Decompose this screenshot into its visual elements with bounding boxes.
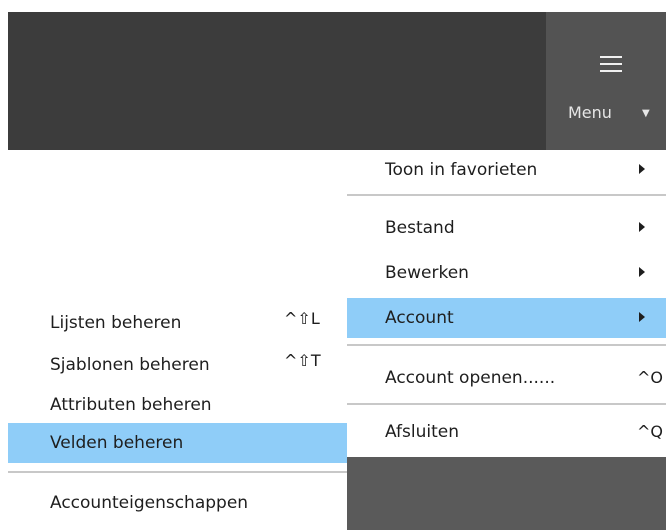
menu-item-account[interactable]: Account bbox=[347, 298, 666, 338]
menu-item-shortcut: ^O bbox=[637, 368, 663, 387]
submenu-arrow-icon bbox=[639, 267, 645, 277]
menu-item-shortcut: ^Q bbox=[637, 422, 663, 441]
submenu-item-sjablonen-beheren[interactable]: Sjablonen beheren ^⇧T bbox=[8, 345, 347, 385]
menu-backdrop bbox=[347, 457, 666, 530]
submenu-item-shortcut: ^⇧L bbox=[284, 309, 320, 328]
menu-separator bbox=[347, 344, 666, 346]
menu-item-label: Account openen...... bbox=[385, 368, 556, 388]
menu-item-account-openen[interactable]: Account openen...... ^O bbox=[347, 358, 666, 398]
menu-item-toon-in-favorieten[interactable]: Toon in favorieten bbox=[347, 150, 666, 190]
chevron-down-icon[interactable]: ▼ bbox=[642, 108, 650, 119]
menu-item-bestand[interactable]: Bestand bbox=[347, 208, 666, 248]
menu-item-label: Afsluiten bbox=[385, 422, 459, 442]
submenu-item-velden-beheren[interactable]: Velden beheren bbox=[8, 423, 347, 463]
menu-item-label: Toon in favorieten bbox=[385, 160, 538, 180]
submenu-arrow-icon bbox=[639, 312, 645, 322]
submenu-item-shortcut: ^⇧T bbox=[284, 351, 321, 370]
menu-item-label: Bestand bbox=[385, 218, 455, 238]
submenu-item-label: Attributen beheren bbox=[50, 395, 212, 415]
submenu-item-attributen-beheren[interactable]: Attributen beheren bbox=[8, 385, 347, 425]
menu-button-label[interactable]: Menu bbox=[568, 103, 612, 122]
submenu-arrow-icon bbox=[639, 222, 645, 232]
menu-item-afsluiten[interactable]: Afsluiten ^Q bbox=[347, 412, 666, 452]
menu-item-bewerken[interactable]: Bewerken bbox=[347, 253, 666, 293]
submenu-item-label: Velden beheren bbox=[50, 433, 184, 453]
menu-separator bbox=[347, 194, 666, 196]
account-submenu: Lijsten beheren ^⇧L Sjablonen beheren ^⇧… bbox=[8, 297, 347, 530]
submenu-item-label: Sjablonen beheren bbox=[50, 355, 210, 375]
submenu-item-accounteigenschappen[interactable]: Accounteigenschappen bbox=[8, 483, 347, 523]
main-menu: Toon in favorieten Bestand Bewerken Acco… bbox=[347, 150, 666, 457]
submenu-separator bbox=[8, 471, 347, 473]
hamburger-icon[interactable] bbox=[600, 56, 622, 72]
submenu-item-label: Accounteigenschappen bbox=[50, 493, 249, 513]
menu-item-label: Account bbox=[385, 308, 454, 328]
submenu-item-lijsten-beheren[interactable]: Lijsten beheren ^⇧L bbox=[8, 303, 347, 343]
menu-item-label: Bewerken bbox=[385, 263, 469, 283]
menu-button[interactable] bbox=[546, 12, 666, 150]
submenu-arrow-icon bbox=[639, 164, 645, 174]
submenu-item-label: Lijsten beheren bbox=[50, 313, 182, 333]
menu-separator bbox=[347, 403, 666, 405]
